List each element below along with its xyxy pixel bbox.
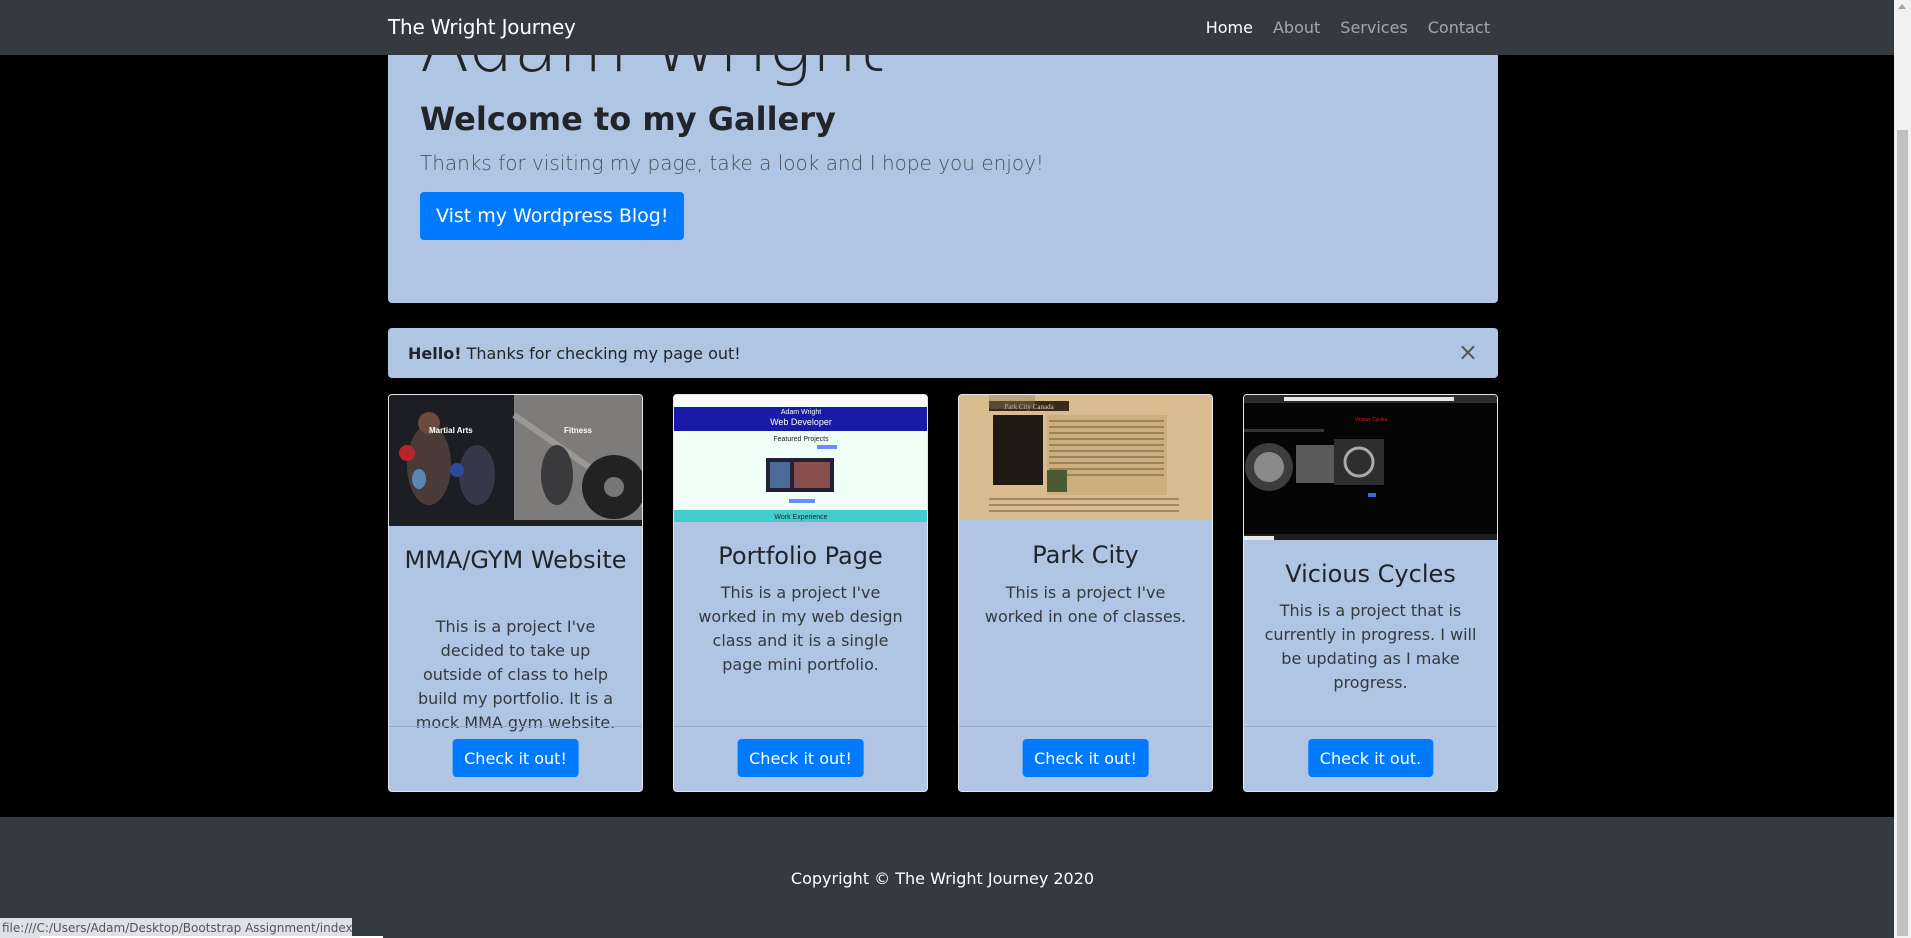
alert-strong: Hello! — [408, 344, 462, 363]
jumbotron-lead: Thanks for visiting my page, take a look… — [420, 151, 1044, 175]
navbar: The Wright Journey Home About Services C… — [0, 0, 1894, 55]
project-card-vicious-cycles: Vicious Cycles Vicious Cycles This is a … — [1243, 394, 1498, 792]
card-image-vicious-cycles: Vicious Cycles — [1244, 395, 1497, 540]
card-text: This is a project I've decided to take u… — [415, 617, 616, 732]
check-it-out-button[interactable]: Check it out. — [1307, 739, 1434, 777]
nav-link-contact[interactable]: Contact — [1428, 18, 1490, 37]
card-image-label: Web Developer — [770, 417, 832, 427]
browser-status-url: file:///C:/Users/Adam/Desktop/Bootstrap … — [0, 918, 352, 938]
card-image-park-city: Park City Canada — [959, 395, 1212, 520]
gallery-heading: Welcome to my Gallery — [420, 100, 836, 138]
wordpress-blog-button[interactable]: Vist my Wordpress Blog! — [420, 192, 685, 240]
card-title: Portfolio Page — [718, 542, 883, 570]
card-title: Park City — [1032, 541, 1139, 569]
card-image-label: Featured Projects — [773, 436, 829, 443]
card-image-label: Fitness — [564, 426, 593, 435]
nav-link-home[interactable]: Home — [1206, 18, 1253, 37]
card-image-portfolio: Adam Wright Web Developer Featured Proje… — [674, 395, 927, 522]
copyright-text: Copyright © The Wright Journey 2020 — [790, 869, 1095, 888]
card-footer: Check it out! — [389, 726, 642, 791]
card-footer: Check it out. — [1244, 726, 1497, 791]
scroll-up-icon[interactable] — [1898, 4, 1906, 9]
navbar-brand[interactable]: The Wright Journey — [388, 15, 576, 39]
card-image-mma: Martial Arts Fitness — [389, 395, 642, 526]
card-image-label: Adam Wright — [781, 409, 821, 416]
check-it-out-button[interactable]: Check it out! — [1022, 739, 1149, 777]
card-image-label: Vicious Cycles — [1355, 417, 1388, 423]
card-title: MMA/GYM Website — [404, 546, 627, 574]
card-image-label: Work Experience — [774, 514, 827, 521]
card-image-label: Martial Arts — [429, 426, 473, 435]
card-text: This is a project I've worked in one of … — [984, 583, 1187, 626]
alert-text: Thanks for checking my page out! — [461, 344, 741, 363]
close-icon[interactable]: × — [1458, 340, 1478, 364]
nav-links: Home About Services Contact — [1206, 18, 1490, 37]
vertical-scrollbar[interactable] — [1894, 0, 1911, 938]
card-title: Vicious Cycles — [1285, 560, 1456, 588]
card-text: This is a project that is currently in p… — [1264, 601, 1477, 692]
check-it-out-button[interactable]: Check it out! — [452, 739, 579, 777]
nav-link-about[interactable]: About — [1273, 18, 1320, 37]
scrollbar-thumb[interactable] — [1897, 130, 1908, 936]
project-card-park-city: Park City Canada Park City This is a pro… — [958, 394, 1213, 792]
card-footer: Check it out! — [959, 726, 1212, 791]
check-it-out-button[interactable]: Check it out! — [737, 739, 864, 777]
project-card-mma: Martial Arts Fitness MMA/GYM Website Thi… — [388, 394, 643, 792]
card-text: This is a project I've worked in my web … — [698, 583, 903, 674]
card-footer: Check it out! — [674, 726, 927, 791]
welcome-alert: Hello! Thanks for checking my page out! … — [388, 328, 1498, 378]
nav-link-services[interactable]: Services — [1340, 18, 1407, 37]
project-card-portfolio: Adam Wright Web Developer Featured Proje… — [673, 394, 928, 792]
